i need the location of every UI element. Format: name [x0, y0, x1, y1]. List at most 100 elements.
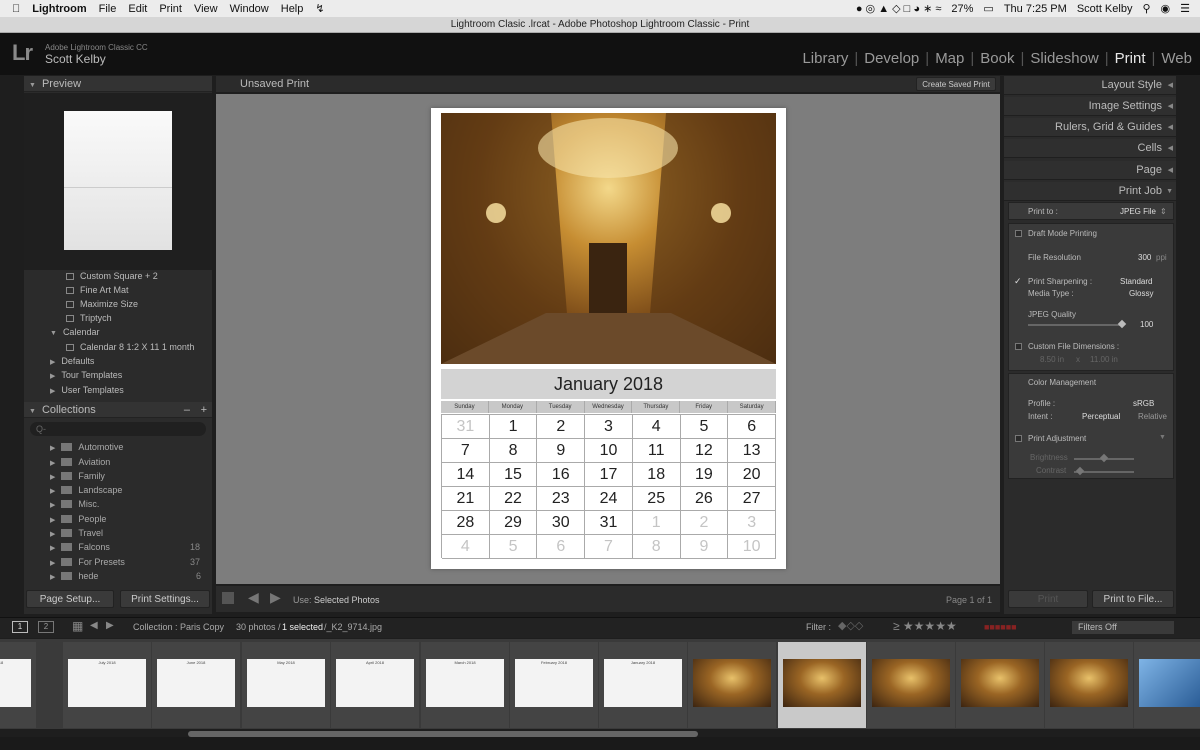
template-folder-calendar[interactable]: ▼ Calendar	[50, 327, 99, 337]
template-item[interactable]: Triptych	[66, 313, 112, 323]
filmstrip-thumb-calendar[interactable]: February 2018	[510, 642, 598, 728]
module-develop[interactable]: Develop	[864, 50, 919, 67]
collection-item[interactable]: ▶ Travel	[50, 528, 103, 538]
expand-triangle-icon[interactable]: ▼	[1159, 434, 1166, 441]
back-arrow-icon[interactable]: ◀	[90, 620, 98, 631]
section-page[interactable]: Page ◀	[1004, 161, 1176, 180]
window-2-button[interactable]: 2	[38, 621, 54, 633]
color-label-filter-icons[interactable]: ■■■■■■	[984, 622, 1017, 632]
print-adjustment-checkbox[interactable]	[1015, 435, 1022, 442]
profile-select[interactable]: sRGB	[1133, 399, 1154, 408]
menu-help[interactable]: Help	[281, 3, 304, 15]
template-item[interactable]: Maximize Size	[66, 299, 138, 309]
custom-dims-width[interactable]: 8.50 in	[1040, 355, 1064, 364]
section-print-job[interactable]: Print Job ▼	[1004, 182, 1176, 201]
prev-page-icon[interactable]: ◀	[248, 589, 259, 606]
template-item-calendar[interactable]: Calendar 8 1:2 X 11 1 month	[66, 342, 194, 352]
flag-filter-icons[interactable]: ◆◇◇	[838, 619, 863, 632]
template-folder-tour[interactable]: ▶ Tour Templates	[50, 370, 122, 380]
collection-item[interactable]: ▶ Falcons 18	[50, 542, 200, 552]
preview-panel-header[interactable]: ▼ Preview	[24, 76, 212, 92]
filmstrip-thumb-calendar[interactable]: June 2018	[152, 642, 240, 728]
collection-item[interactable]: ▶ Aviation	[50, 457, 110, 467]
use-select[interactable]: Selected Photos	[314, 595, 380, 605]
window-1-button[interactable]: 1	[12, 621, 28, 633]
app-menu[interactable]: Lightroom	[32, 3, 86, 15]
template-item[interactable]: Fine Art Mat	[66, 285, 129, 295]
collection-item[interactable]: ▶ Automotive	[50, 442, 123, 452]
file-resolution-value[interactable]: 300	[1138, 253, 1151, 262]
menu-file[interactable]: File	[99, 3, 117, 15]
custom-dims-height[interactable]: 11.00 in	[1090, 355, 1118, 364]
collection-item[interactable]: ▶ For Presets 37	[50, 557, 200, 567]
filmstrip-thumb-calendar[interactable]: March 2018	[421, 642, 509, 728]
collection-source[interactable]: Collection : Paris Copy	[133, 622, 224, 632]
siri-icon[interactable]: ◉	[1161, 2, 1171, 15]
calendar-photo[interactable]	[441, 113, 776, 364]
next-page-icon[interactable]: ▶	[270, 589, 281, 606]
star-rating-filter-icons[interactable]: ≥ ★★★★★	[893, 619, 957, 633]
create-saved-print-button[interactable]: Create Saved Print	[916, 77, 996, 91]
status-icons[interactable]: ● ◎ ▲ ◇ □ ◕ ∗ ≈	[856, 2, 942, 15]
module-library[interactable]: Library	[802, 50, 848, 67]
grid-view-icon[interactable]: ▦	[72, 619, 83, 633]
print-sharpening-select[interactable]: Standard	[1120, 277, 1152, 286]
script-icon[interactable]: ↯	[315, 2, 324, 15]
custom-dimensions-checkbox[interactable]	[1015, 343, 1022, 350]
collection-item[interactable]: ▶ People	[50, 514, 106, 524]
module-slideshow[interactable]: Slideshow	[1030, 50, 1098, 67]
filmstrip-thumb-calendar[interactable]: July 2018	[63, 642, 151, 728]
forward-arrow-icon[interactable]: ▶	[106, 620, 114, 631]
battery-icon[interactable]: ▭	[983, 2, 993, 15]
user-menu[interactable]: Scott Kelby	[1077, 3, 1133, 15]
intent-relative[interactable]: Relative	[1138, 412, 1167, 421]
collection-item[interactable]: ▶ hede 6	[50, 571, 201, 581]
filmstrip-thumb-photo[interactable]	[688, 642, 776, 728]
jpeg-quality-value[interactable]: 100	[1140, 320, 1153, 329]
clock[interactable]: Thu 7:25 PM	[1004, 3, 1067, 15]
filmstrip-thumb-photo[interactable]	[956, 642, 1044, 728]
section-image-settings[interactable]: Image Settings ◀	[1004, 97, 1176, 116]
filmstrip-thumb-calendar[interactable]: August 2018	[0, 642, 36, 728]
add-collection-icon[interactable]: +	[201, 402, 207, 418]
selected-file[interactable]: /_K2_9714.jpg	[324, 622, 382, 632]
media-type-select[interactable]: Glossy	[1129, 289, 1153, 298]
module-print[interactable]: Print	[1115, 50, 1146, 67]
page-setup-button[interactable]: Page Setup...	[26, 590, 114, 608]
template-folder-defaults[interactable]: ▶ Defaults	[50, 356, 94, 366]
print-to-select[interactable]: JPEG File	[1120, 207, 1156, 216]
apple-icon[interactable]: 	[12, 3, 20, 15]
filmstrip-thumb-calendar[interactable]: April 2018	[331, 642, 419, 728]
template-folder-user[interactable]: ▶ User Templates	[50, 385, 124, 395]
collection-item[interactable]: ▶ Misc.	[50, 499, 99, 509]
print-sharpening-checkmark-icon[interactable]: ✓	[1014, 276, 1022, 287]
intent-perceptual[interactable]: Perceptual	[1082, 412, 1120, 421]
draft-mode-checkbox[interactable]	[1015, 230, 1022, 237]
filmstrip-thumb-photo[interactable]	[1134, 642, 1200, 728]
print-to-file-button[interactable]: Print to File...	[1092, 590, 1174, 608]
filmstrip-thumb-selected[interactable]	[778, 642, 866, 728]
filmstrip-thumb-calendar[interactable]: May 2018	[242, 642, 330, 728]
print-button[interactable]: Print	[1008, 590, 1088, 608]
collections-search-input[interactable]: Q-	[30, 422, 206, 436]
filmstrip-thumb-photo[interactable]	[1045, 642, 1133, 728]
remove-collection-icon[interactable]: –	[184, 402, 190, 418]
menu-view[interactable]: View	[194, 3, 218, 15]
print-settings-button[interactable]: Print Settings...	[120, 590, 210, 608]
template-item[interactable]: Custom Square + 2	[66, 271, 158, 281]
filmstrip-thumb-calendar[interactable]: January 2018	[599, 642, 687, 728]
filmstrip-thumb-photo[interactable]	[867, 642, 955, 728]
notifications-icon[interactable]: ☰	[1180, 2, 1190, 15]
collection-item[interactable]: ▶ Landscape	[50, 485, 122, 495]
section-cells[interactable]: Cells ◀	[1004, 139, 1176, 158]
stop-icon[interactable]	[222, 592, 234, 604]
jpeg-quality-slider[interactable]	[1028, 324, 1124, 326]
menu-window[interactable]: Window	[230, 3, 269, 15]
spotlight-icon[interactable]: ⚲	[1142, 2, 1150, 15]
menu-print[interactable]: Print	[159, 3, 182, 15]
module-web[interactable]: Web	[1161, 50, 1192, 67]
filters-preset-select[interactable]: Filters Off	[1072, 621, 1174, 634]
menu-edit[interactable]: Edit	[128, 3, 147, 15]
collections-panel-header[interactable]: ▼ Collections – +	[24, 402, 212, 418]
battery-percent[interactable]: 27%	[951, 3, 973, 15]
